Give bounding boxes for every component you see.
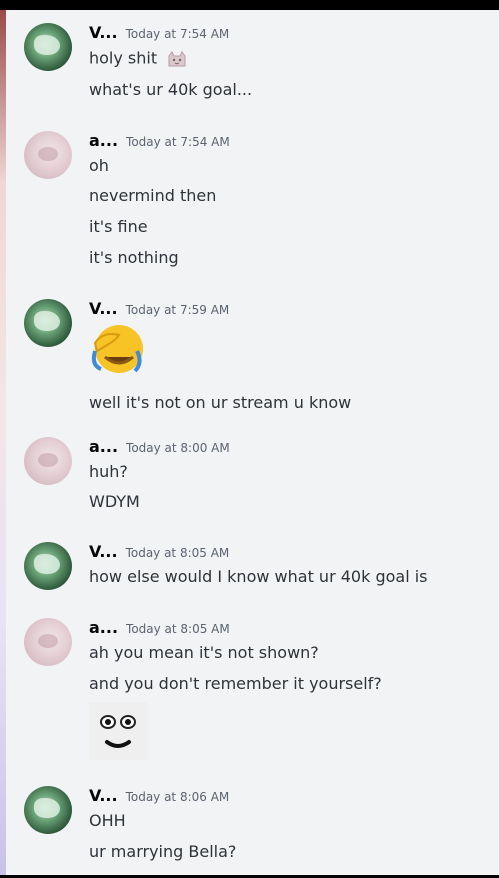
message-header: a... Today at 7:54 AM (89, 131, 230, 153)
message-header: V... Today at 7:54 AM (89, 23, 229, 45)
message-header: a... Today at 8:05 AM (89, 618, 230, 640)
message-line: it's nothing (89, 248, 179, 267)
username[interactable]: V... (89, 542, 118, 561)
timestamp: Today at 7:54 AM (126, 135, 230, 149)
timestamp: Today at 8:06 AM (125, 790, 230, 804)
username[interactable]: a... (89, 618, 118, 637)
timestamp: Today at 8:05 AM (125, 546, 230, 560)
message-line: well it's not on ur stream u know (89, 393, 352, 412)
face-palm-emoji-icon (89, 321, 145, 377)
timestamp: Today at 8:00 AM (126, 441, 230, 455)
username[interactable]: V... (89, 299, 118, 318)
username[interactable]: V... (89, 786, 118, 805)
avatar[interactable] (24, 437, 72, 485)
top-status-bar (0, 0, 499, 10)
username[interactable]: a... (89, 437, 118, 456)
message-line: huh? (89, 462, 128, 481)
avatar[interactable] (24, 542, 72, 590)
message-line: what's ur 40k goal... (89, 80, 253, 99)
avatar[interactable] (24, 299, 72, 347)
message-header: V... Today at 8:06 AM (89, 786, 229, 808)
message-line: it's fine (89, 217, 148, 236)
avatar[interactable] (24, 786, 72, 834)
message-list[interactable]: V... Today at 7:54 AM holy shit what's ur… (6, 10, 499, 875)
message-header: V... Today at 8:05 AM (89, 542, 229, 564)
message-header: a... Today at 8:00 AM (89, 437, 230, 459)
message-line: OHH (89, 811, 126, 830)
message-line: and you don't remember it yourself? (89, 674, 382, 693)
avatar[interactable] (24, 23, 72, 71)
message-line: holy shit (89, 48, 188, 70)
message-line: WDYM (89, 492, 140, 511)
message-line: how else would I know what ur 40k goal i… (89, 567, 428, 586)
username[interactable]: a... (89, 131, 118, 150)
cat-emoji-icon (166, 48, 188, 70)
timestamp: Today at 7:54 AM (125, 27, 230, 41)
message-text: holy shit (89, 48, 158, 68)
staring-face-meme-image[interactable] (89, 702, 147, 760)
username[interactable]: V... (89, 23, 118, 42)
message-line: nevermind then (89, 186, 217, 205)
message-header: V... Today at 7:59 AM (89, 299, 229, 321)
message-line: ah you mean it's not shown? (89, 643, 319, 662)
message-line: oh (89, 156, 109, 175)
timestamp: Today at 7:59 AM (125, 303, 230, 317)
timestamp: Today at 8:05 AM (126, 622, 230, 636)
avatar[interactable] (24, 618, 72, 666)
avatar[interactable] (24, 131, 72, 179)
message-line: ur marrying Bella? (89, 842, 237, 861)
